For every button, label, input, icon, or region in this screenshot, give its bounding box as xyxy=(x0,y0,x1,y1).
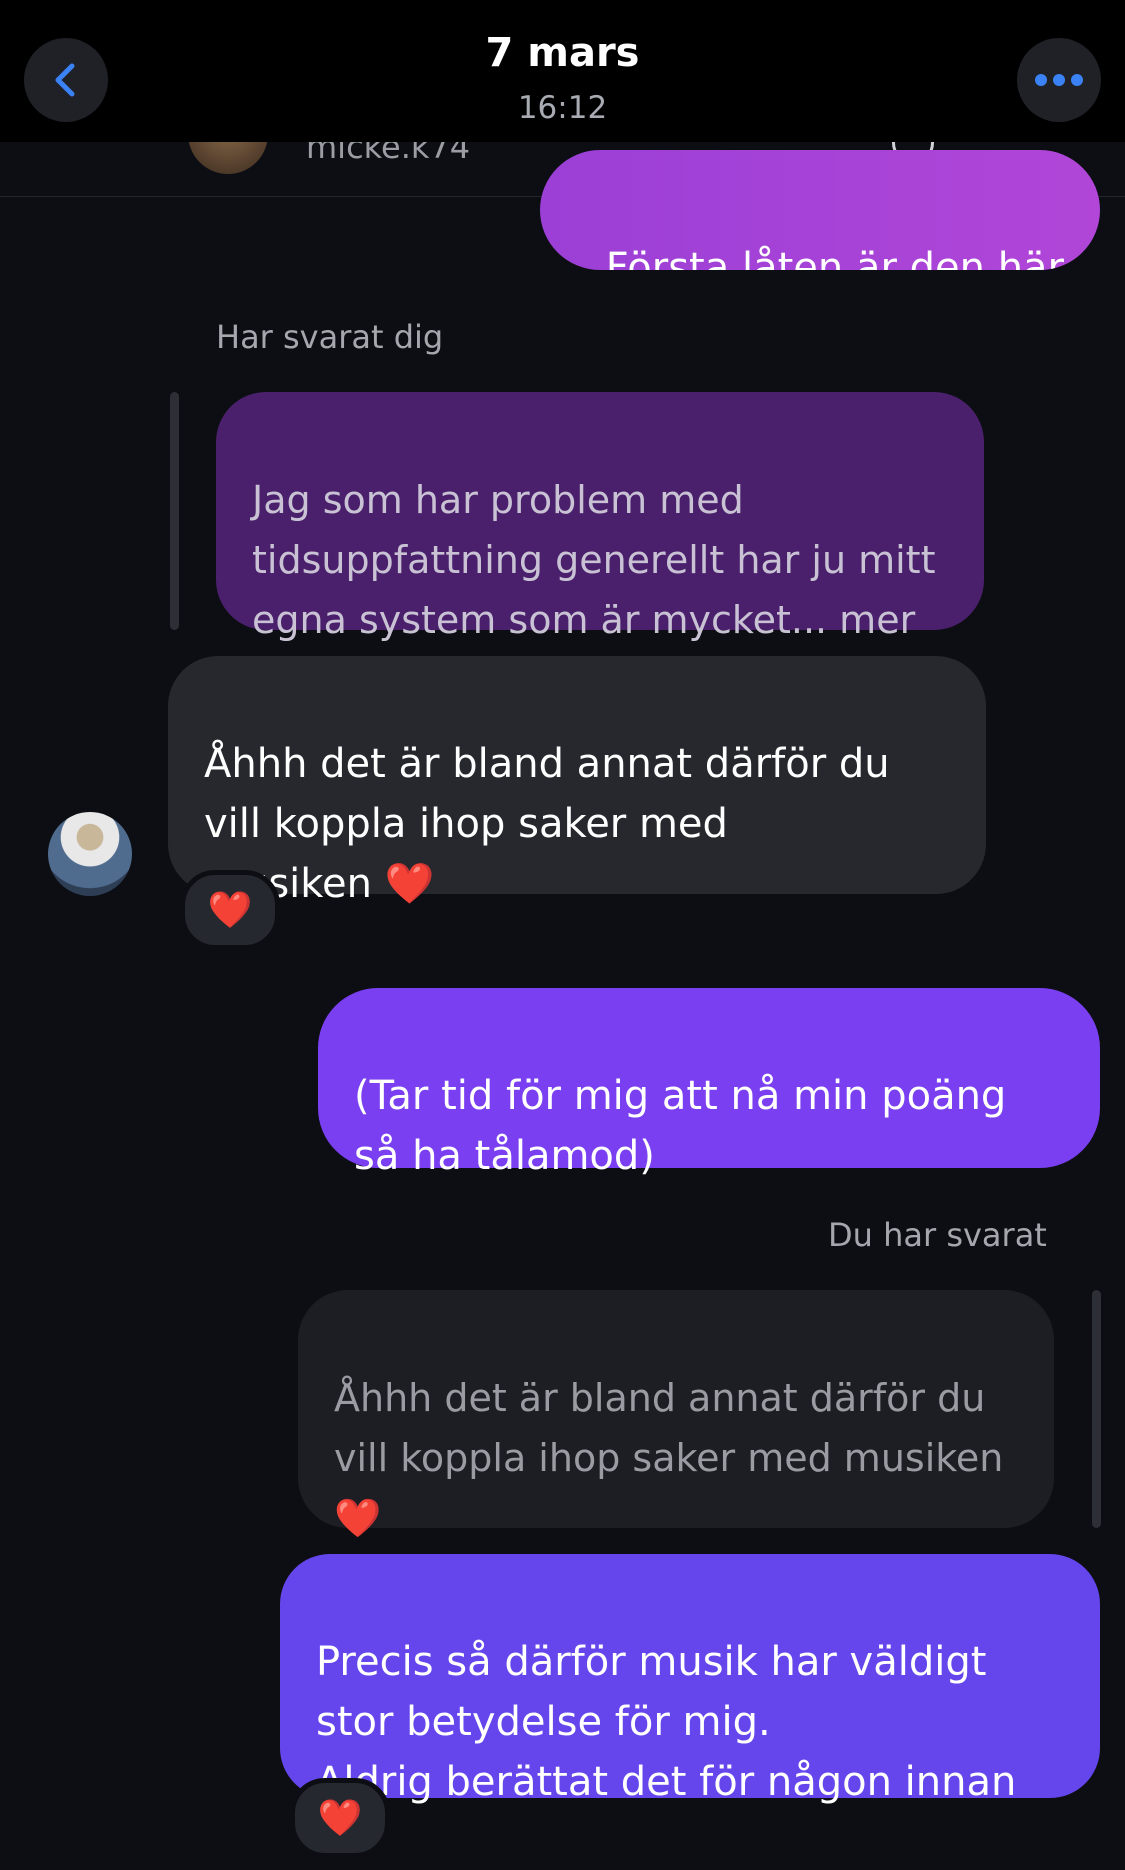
quoted-message[interactable]: Åhhh det är bland annat därför du vill k… xyxy=(298,1290,1054,1540)
sent-message[interactable]: Första låten är den här xyxy=(540,150,1100,270)
sender-avatar[interactable] xyxy=(48,812,132,896)
quoted-message[interactable]: Jag som har problem med tidsuppfattning … xyxy=(216,392,984,642)
message-text: (Tar tid för mig att nå min poäng så ha … xyxy=(354,1073,1007,1179)
conversation-time: 16:12 xyxy=(517,90,608,126)
profile-username[interactable]: micke.k74 xyxy=(306,142,470,166)
more-options-button[interactable] xyxy=(1017,38,1101,122)
message-text: Åhhh det är bland annat därför du vill k… xyxy=(204,741,890,907)
received-message[interactable]: Åhhh det är bland annat därför du vill k… xyxy=(168,656,986,907)
sent-message[interactable]: Precis så därför musik har väldigt stor … xyxy=(280,1554,1100,1805)
reply-indicator xyxy=(1092,1290,1101,1528)
heart-icon: ❤️ xyxy=(207,890,253,931)
top-bar: 7 mars 16:12 xyxy=(0,0,1125,142)
quoted-text: Jag som har problem med tidsuppfattning … xyxy=(252,478,936,642)
conversation-date: 7 mars xyxy=(485,30,640,76)
message-text: Precis så därför musik har väldigt stor … xyxy=(316,1639,1017,1805)
message-text: Första låten är den här xyxy=(605,245,1064,270)
sent-message[interactable]: (Tar tid för mig att nå min poäng så ha … xyxy=(318,988,1100,1179)
heart-icon: ❤️ xyxy=(317,1798,363,1839)
profile-avatar[interactable] xyxy=(188,142,268,174)
reply-label: Du har svarat xyxy=(828,1216,1047,1254)
ellipsis-icon xyxy=(1035,74,1083,86)
quoted-text: Åhhh det är bland annat därför du vill k… xyxy=(334,1376,1004,1540)
reply-label: Har svarat dig xyxy=(216,318,444,356)
reply-indicator xyxy=(170,392,179,630)
reaction-badge[interactable]: ❤️ xyxy=(290,1778,390,1858)
reaction-badge[interactable]: ❤️ xyxy=(180,870,280,950)
